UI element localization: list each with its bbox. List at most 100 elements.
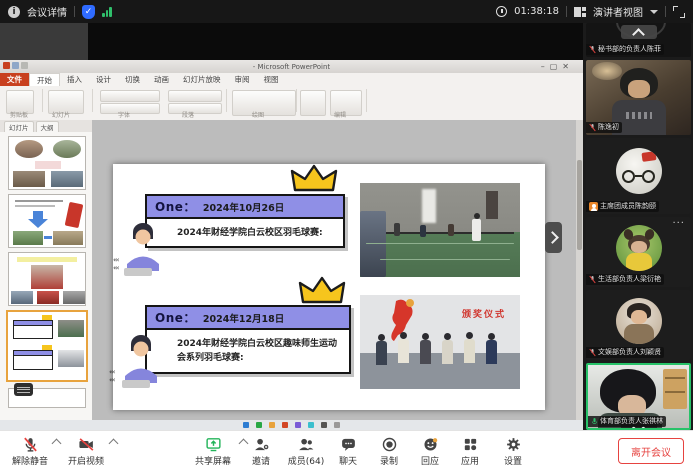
card-1-body: 2024年财经学院白云校区羽毛球赛: xyxy=(147,219,343,246)
reactions-button[interactable]: 回应 xyxy=(421,435,439,467)
slide-thumbnail-2[interactable] xyxy=(8,194,86,248)
leave-meeting-button[interactable]: 离开会议 xyxy=(618,438,684,464)
ppt-group-editing: 编辑 xyxy=(334,110,346,119)
fullscreen-icon[interactable] xyxy=(673,6,685,18)
participant-name-badge: 秘书部的负责人陈菲 xyxy=(586,44,664,55)
host-role-icon xyxy=(589,202,598,211)
ppt-ribbon-tabs: 文件 开始 插入 设计 切换 动画 幻灯片放映 审阅 视图 xyxy=(0,73,583,87)
participant-tile[interactable]: ··· 生活部负责人梁衍艳 xyxy=(586,217,691,287)
ppt-tab-view[interactable]: 视图 xyxy=(257,73,286,86)
members-button[interactable]: 成员(64) xyxy=(288,435,324,467)
ppt-scrollbar[interactable] xyxy=(576,120,583,430)
decorative-arrows: ‹‹‹‹‹‹ xyxy=(113,256,118,272)
participant-tile-active-speaker[interactable]: 体育部负责人张祺林 xyxy=(586,363,691,430)
invite-button[interactable]: 邀请 xyxy=(252,435,270,467)
ppt-editing-area: One： 2024年10月26日 2024年财经学院白云校区羽毛球赛: ‹‹‹‹… xyxy=(92,120,583,430)
ppt-tab-animations[interactable]: 动画 xyxy=(147,73,176,86)
ppt-window-controls[interactable]: –▢✕ xyxy=(541,62,569,71)
participant-tile[interactable]: 陈逸初 xyxy=(586,60,691,135)
crown-icon xyxy=(296,276,348,306)
ppt-title-bar: - Microsoft PowerPoint –▢✕ xyxy=(0,60,583,73)
participant-tile[interactable]: 秘书部的负责人陈菲 xyxy=(586,23,691,57)
ppt-font-box[interactable] xyxy=(100,90,160,102)
event-card-2: One： 2024年12月18日 2024年财经学院白云校区趣味师生运动会系列羽… xyxy=(145,305,351,374)
chevron-down-icon[interactable] xyxy=(650,10,658,14)
gear-icon xyxy=(504,435,522,453)
layout-view-icon xyxy=(574,7,586,17)
card-1-date: 2024年10月26日 xyxy=(203,200,284,214)
participant-name-badge: 主席团成员陈韵颐 xyxy=(586,201,659,212)
hide-sidebar-button[interactable] xyxy=(545,222,562,253)
decorative-arrows: ‹‹‹‹‹‹ xyxy=(109,368,114,384)
camera-off-icon xyxy=(77,435,95,453)
mic-muted-icon xyxy=(589,45,596,54)
tile-more-menu[interactable]: ··· xyxy=(672,218,685,229)
event-card-1-header: One： 2024年10月26日 xyxy=(147,196,343,219)
ppt-quick-access-toolbar[interactable] xyxy=(3,62,28,69)
chat-button[interactable]: 聊天 xyxy=(339,435,357,467)
ppt-tab-review[interactable]: 审阅 xyxy=(228,73,257,86)
participant-tile[interactable]: 文娱部负责人刘颖贤 xyxy=(586,290,691,360)
ppt-tab-slideshow[interactable]: 幻灯片放映 xyxy=(176,73,228,86)
meeting-info-label[interactable]: 会议详情 xyxy=(27,4,67,19)
meeting-window: i 会议详情 ✓ 01:38:18 演讲者视图 xyxy=(0,0,693,468)
meeting-duration: 01:38:18 xyxy=(514,6,559,17)
participant-name-badge: 生活部负责人梁衍艳 xyxy=(586,274,664,285)
card-2-date: 2024年12月18日 xyxy=(203,311,284,325)
settings-button[interactable]: 设置 xyxy=(504,435,522,467)
annotation-toolbar-handle[interactable] xyxy=(14,383,33,396)
shared-windows-taskbar xyxy=(0,420,583,430)
ppt-panel-tab-slides[interactable]: 幻灯片 xyxy=(4,121,34,132)
slide-thumbnail-4-current[interactable] xyxy=(6,310,88,382)
slide-thumbnail-1[interactable] xyxy=(8,136,86,190)
security-shield-icon[interactable]: ✓ xyxy=(82,5,95,19)
record-icon xyxy=(380,435,398,453)
event-card-1: One： 2024年10月26日 2024年财经学院白云校区羽毛球赛: xyxy=(145,194,345,248)
ppt-align-buttons[interactable] xyxy=(168,103,222,114)
ppt-tab-file[interactable]: 文件 xyxy=(0,73,29,86)
view-mode-selector[interactable]: 演讲者视图 xyxy=(593,4,643,19)
participants-sidebar: 秘书部的负责人陈菲 陈逸初 主席团成员陈韵颐 xyxy=(583,23,693,430)
ppt-tab-insert[interactable]: 插入 xyxy=(60,73,89,86)
award-caption: 颁奖仪式 xyxy=(462,307,506,320)
avatar xyxy=(616,148,662,194)
card-1-prefix: One： xyxy=(155,198,196,215)
ppt-arrange-button[interactable] xyxy=(300,90,326,116)
ppt-paragraph-buttons[interactable] xyxy=(168,90,222,102)
mic-muted-icon xyxy=(589,123,596,132)
reactions-icon xyxy=(421,435,439,453)
video-options-caret[interactable] xyxy=(109,439,119,449)
meeting-info-icon[interactable]: i xyxy=(8,6,20,18)
award-ceremony-photo: 颁奖仪式 xyxy=(360,295,520,389)
collapse-tiles-button[interactable] xyxy=(621,25,657,39)
share-options-caret[interactable] xyxy=(239,439,249,449)
mic-options-caret[interactable] xyxy=(52,439,62,449)
shared-desktop-letterbox xyxy=(88,23,583,60)
share-screen-button[interactable]: 共享屏幕 xyxy=(195,435,231,467)
ppt-tab-transitions[interactable]: 切换 xyxy=(118,73,147,86)
event-card-2-header: One： 2024年12月18日 xyxy=(147,307,349,330)
participant-name-badge: 陈逸初 xyxy=(586,122,622,133)
ppt-tab-home[interactable]: 开始 xyxy=(29,73,60,86)
apps-button[interactable]: 应用 xyxy=(461,435,479,467)
participant-tile[interactable]: 主席团成员陈韵颐 xyxy=(586,138,691,214)
card-2-body: 2024年财经学院白云校区趣味师生运动会系列羽毛球赛: xyxy=(147,330,349,372)
crown-icon xyxy=(288,164,340,194)
unmute-button[interactable]: 解除静音 xyxy=(12,435,48,467)
ppt-tab-design[interactable]: 设计 xyxy=(89,73,118,86)
divider xyxy=(566,6,567,17)
mic-active-icon xyxy=(591,417,598,426)
start-video-button[interactable]: 开启视频 xyxy=(68,435,104,467)
ppt-group-drawing: 绘图 xyxy=(252,110,264,119)
members-icon xyxy=(297,435,315,453)
ppt-panel-tab-outline[interactable]: 大纲 xyxy=(36,121,59,132)
record-button[interactable]: 录制 xyxy=(380,435,398,467)
mic-muted-icon xyxy=(589,275,596,284)
chat-icon xyxy=(339,435,357,453)
ppt-group-clipboard: 剪贴板 xyxy=(10,110,28,119)
avatar xyxy=(616,225,662,271)
slide-thumbnail-3[interactable] xyxy=(8,252,86,306)
badminton-match-photo xyxy=(360,183,520,277)
network-signal-icon[interactable] xyxy=(102,6,112,17)
shared-screen-area: - Microsoft PowerPoint –▢✕ ? 文件 开始 插入 设计… xyxy=(0,23,583,430)
